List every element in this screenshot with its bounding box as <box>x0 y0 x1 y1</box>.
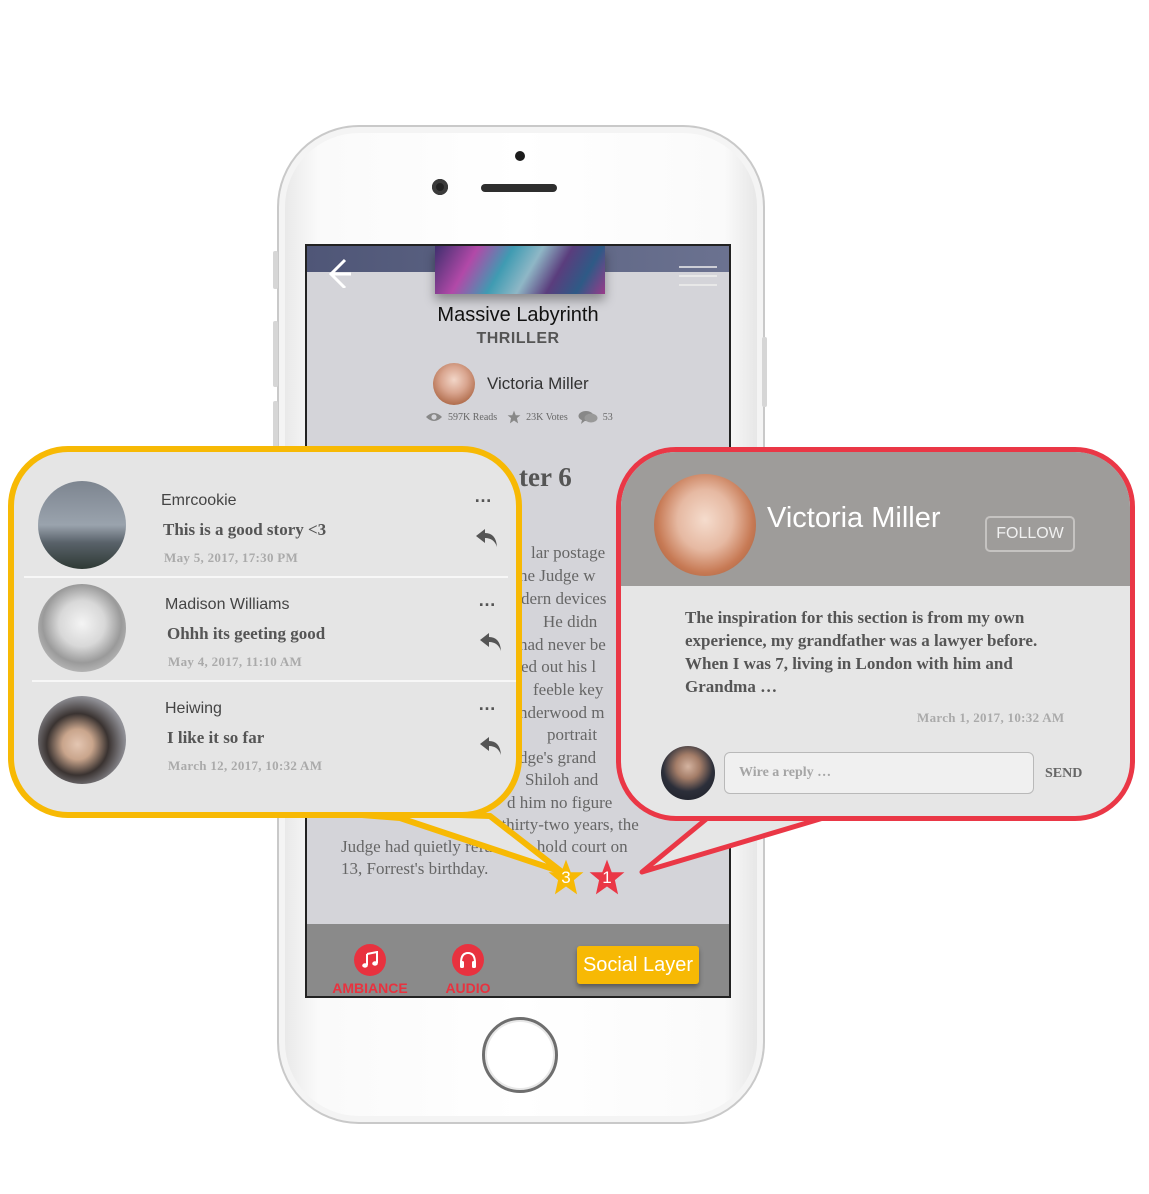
text-line: nderwood m <box>519 703 605 722</box>
headphones-icon <box>452 944 484 976</box>
reply-icon[interactable] <box>474 526 500 550</box>
more-options-icon[interactable]: … <box>474 486 494 507</box>
text-line: dern devices <box>521 589 607 608</box>
comment-date: March 12, 2017, 10:32 AM <box>168 758 323 773</box>
comment-text: Ohhh its geeting good <box>167 624 326 643</box>
author-note-line: The inspiration for this section is from… <box>685 608 1025 627</box>
comments-bubble-tail <box>300 810 565 875</box>
votes-stat: 23K Votes <box>507 410 568 424</box>
social-layer-button[interactable]: Social Layer <box>577 946 699 984</box>
text-line: feeble key <box>533 680 604 699</box>
audio-button[interactable]: AUDIO <box>433 944 503 996</box>
comment-text: I like it so far <box>167 728 265 747</box>
power-button <box>762 337 767 407</box>
comment-item: Heiwing I like it so far March 12, 2017,… <box>14 684 516 788</box>
volume-up-button <box>273 321 278 387</box>
follow-button[interactable]: FOLLOW <box>985 516 1075 552</box>
reads-stat: 597K Reads <box>425 411 497 423</box>
commenter-name[interactable]: Emrcookie <box>161 492 237 510</box>
author-notes-marker[interactable]: 1 <box>588 858 626 896</box>
earpiece-speaker <box>481 184 557 192</box>
author-note-popup: Victoria Miller FOLLOW The inspiration f… <box>616 447 1135 821</box>
comments-marker[interactable]: 3 <box>547 858 585 896</box>
comment-date: May 4, 2017, 11:10 AM <box>168 654 303 669</box>
text-line: ed out his l <box>521 657 597 676</box>
more-options-icon[interactable]: … <box>478 590 498 611</box>
text-line: he Judge w <box>519 566 596 585</box>
author-note-line: experience, my grandfather was a lawyer … <box>685 631 1038 650</box>
comments-marker-count: 3 <box>561 868 571 887</box>
text-line: dge's grand <box>519 748 597 767</box>
reply-input[interactable] <box>724 752 1034 794</box>
comment-item: Madison Williams Ohhh its geeting good M… <box>14 580 516 684</box>
send-button[interactable]: SEND <box>1045 766 1082 782</box>
star-icon <box>507 410 521 424</box>
author-note-date: March 1, 2017, 10:32 AM <box>917 710 1065 725</box>
book-genre: THRILLER <box>476 330 560 347</box>
chat-bubbles-icon <box>578 411 598 424</box>
author-note-name[interactable]: Victoria Miller <box>767 502 941 535</box>
author-notes-marker-count: 1 <box>602 868 612 887</box>
reads-count: 597K Reads <box>448 411 498 423</box>
author-note-text: The inspiration for this section is from… <box>685 606 1085 698</box>
ambiance-button[interactable]: AMBIANCE <box>329 944 411 996</box>
front-camera <box>432 179 448 195</box>
back-arrow-icon[interactable] <box>321 248 351 288</box>
votes-count: 23K Votes <box>526 411 568 423</box>
more-options-icon[interactable]: … <box>478 694 498 715</box>
home-button[interactable] <box>482 1017 558 1093</box>
author-note-line: Grandma … <box>685 677 778 696</box>
book-title: Massive Labyrinth <box>437 304 599 326</box>
comment-item: Emrcookie This is a good story <3 May 5,… <box>14 476 516 580</box>
author-row[interactable]: Victoria Miller <box>433 362 589 406</box>
reply-icon[interactable] <box>478 734 504 758</box>
book-cover-image[interactable] <box>435 246 605 294</box>
author-name[interactable]: Victoria Miller <box>487 374 589 394</box>
commenter-name[interactable]: Heiwing <box>165 700 222 718</box>
reply-icon[interactable] <box>478 630 504 654</box>
text-line: portrait <box>547 725 598 744</box>
comments-stat: 53 <box>578 410 613 424</box>
commenter-avatar[interactable] <box>38 481 126 569</box>
comments-count: 53 <box>602 411 613 423</box>
chapter-heading: ter 6 <box>519 462 572 492</box>
commenter-avatar[interactable] <box>38 696 126 784</box>
comments-popup: Emrcookie This is a good story <3 May 5,… <box>8 446 522 818</box>
current-user-avatar <box>661 746 715 800</box>
proximity-sensor <box>515 151 525 161</box>
text-line: He didn <box>543 612 598 631</box>
book-stats: 597K Reads 23K Votes 53 <box>425 410 623 424</box>
author-avatar[interactable] <box>433 363 475 405</box>
text-line: had never be <box>519 635 606 654</box>
text-line: lar postage <box>531 543 606 562</box>
comment-divider <box>32 680 516 682</box>
commenter-avatar[interactable] <box>38 584 126 672</box>
comment-text: This is a good story <3 <box>163 520 327 539</box>
eye-icon <box>426 413 442 421</box>
audio-label: AUDIO <box>445 980 491 996</box>
commenter-name[interactable]: Madison Williams <box>165 596 289 614</box>
author-note-line: When I was 7, living in London with him … <box>685 654 1013 673</box>
music-note-icon <box>354 944 386 976</box>
hamburger-menu-icon[interactable] <box>679 265 717 287</box>
author-note-avatar[interactable] <box>654 474 756 576</box>
comment-date: May 5, 2017, 17:30 PM <box>164 550 299 565</box>
mute-switch <box>273 251 278 289</box>
text-line: Shiloh and <box>525 770 599 789</box>
comment-divider <box>24 576 508 578</box>
ambiance-label: AMBIANCE <box>332 980 408 996</box>
